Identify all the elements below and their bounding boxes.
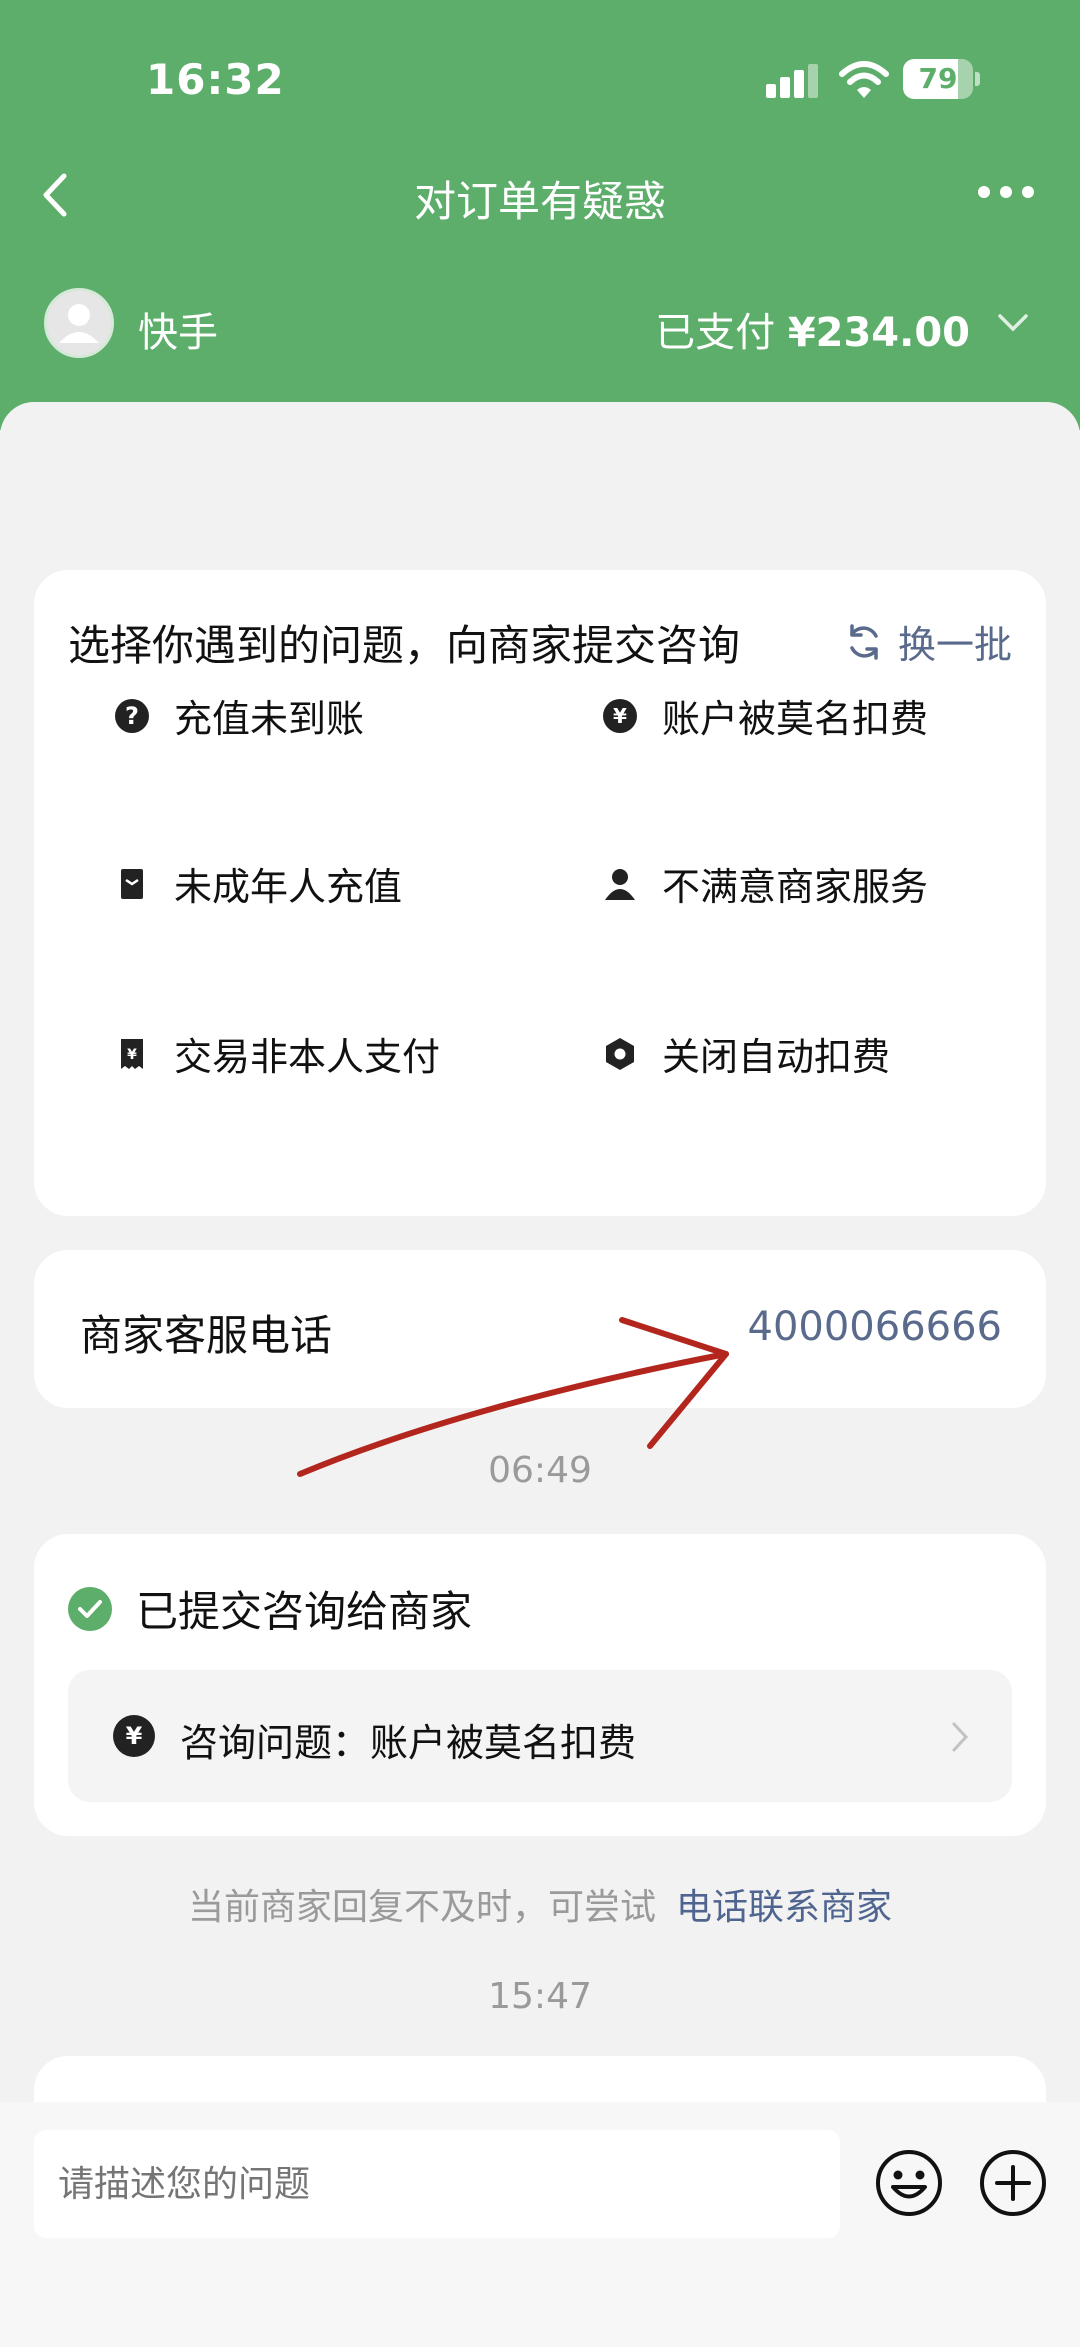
status-bar: 16:32 79 [0, 0, 1080, 150]
svg-text:¥: ¥ [613, 704, 627, 728]
more-options-icon[interactable] [976, 182, 1036, 202]
question-card: 选择你遇到的问题，向商家提交咨询 换一批 ? 充值未到账 ¥ 账户被莫名扣费 未… [34, 570, 1046, 1216]
merchant-phone-number[interactable]: 4000066666 [748, 1304, 1003, 1350]
question-option-4[interactable]: 不满意商家服务 [602, 856, 928, 911]
person-icon [605, 868, 635, 900]
receipt-icon: ¥ [121, 1038, 143, 1069]
shop-avatar [44, 288, 114, 358]
question-option-label: 不满意商家服务 [662, 865, 929, 909]
question-circle-icon: ? [115, 698, 149, 733]
submitted-title-text: 已提交咨询给商家 [136, 1587, 473, 1636]
bottom-input-bar [0, 2102, 1080, 2347]
plus-icon[interactable] [978, 2148, 1048, 2218]
page-title: 对订单有疑惑 [413, 177, 666, 226]
chevron-down-icon[interactable] [996, 312, 1030, 334]
yen-circle-icon: ¥ [113, 1715, 155, 1757]
question-option-label: 交易非本人支付 [174, 1035, 441, 1079]
yen-circle-icon: ¥ [603, 698, 637, 733]
status-time: 16:32 [146, 55, 285, 104]
question-option-label: 关闭自动扣费 [662, 1035, 891, 1079]
paid-label: 已支付 [655, 310, 776, 356]
svg-text:?: ? [125, 702, 139, 730]
user-silhouette-icon [59, 304, 99, 343]
header: 16:32 79 对订单有疑惑 快手 已支付 ¥234.00 [0, 0, 1080, 430]
paid-amount: ¥234.00 [787, 310, 970, 356]
submitted-card: 已提交咨询给商家 ¥ 咨询问题：账户被莫名扣费 [34, 1534, 1046, 1836]
hexagon-icon [606, 1037, 634, 1070]
reply-hint-text: 当前商家回复不及时，可尝试 [187, 1887, 656, 1928]
question-option-label: 账户被莫名扣费 [662, 697, 929, 741]
submitted-title: 已提交咨询给商家 [68, 1578, 472, 1639]
question-option-2[interactable]: ¥ 账户被莫名扣费 [602, 688, 928, 743]
battery-level: 79 [918, 62, 958, 95]
refresh-label: 换一批 [897, 623, 1012, 667]
question-input[interactable] [34, 2130, 840, 2238]
svg-text:¥: ¥ [126, 1722, 143, 1750]
question-option-label: 未成年人充值 [174, 865, 403, 909]
question-option-6[interactable]: 关闭自动扣费 [602, 1026, 890, 1081]
emoji-icon[interactable] [874, 2148, 944, 2218]
question-option-5[interactable]: ¥ 交易非本人支付 [114, 1026, 440, 1081]
question-option-label: 充值未到账 [174, 697, 365, 741]
refresh-button[interactable]: 换一批 [844, 614, 1012, 669]
nav-bar: 对订单有疑惑 [0, 150, 1080, 240]
question-option-3[interactable]: 未成年人充值 [114, 856, 402, 911]
check-circle-icon [68, 1586, 112, 1631]
timestamp-2: 15:47 [488, 1976, 592, 2017]
battery-indicator: 79 [903, 59, 980, 99]
svg-text:¥: ¥ [127, 1047, 137, 1063]
question-card-title: 选择你遇到的问题，向商家提交咨询 [68, 621, 741, 670]
wifi-icon [839, 61, 889, 98]
call-merchant-link[interactable]: 电话联系商家 [676, 1887, 892, 1928]
timestamp-1: 06:49 [488, 1450, 592, 1491]
chevron-right-icon [952, 1722, 969, 1752]
submitted-question-row[interactable]: ¥ 咨询问题：账户被莫名扣费 [68, 1670, 1012, 1802]
shop-name: 快手 [138, 310, 218, 356]
reply-hint: 当前商家回复不及时，可尝试 电话联系商家 [0, 1878, 1080, 1930]
payment-status: 已支付 ¥234.00 [655, 300, 970, 358]
id-card-icon [121, 868, 143, 899]
question-option-1[interactable]: ? 充值未到账 [114, 688, 364, 743]
submitted-question-text: 咨询问题：账户被莫名扣费 [180, 1721, 637, 1765]
shop-row[interactable]: 快手 已支付 ¥234.00 [0, 288, 1080, 360]
cellular-signal-icon [766, 64, 818, 98]
refresh-icon [850, 623, 878, 660]
